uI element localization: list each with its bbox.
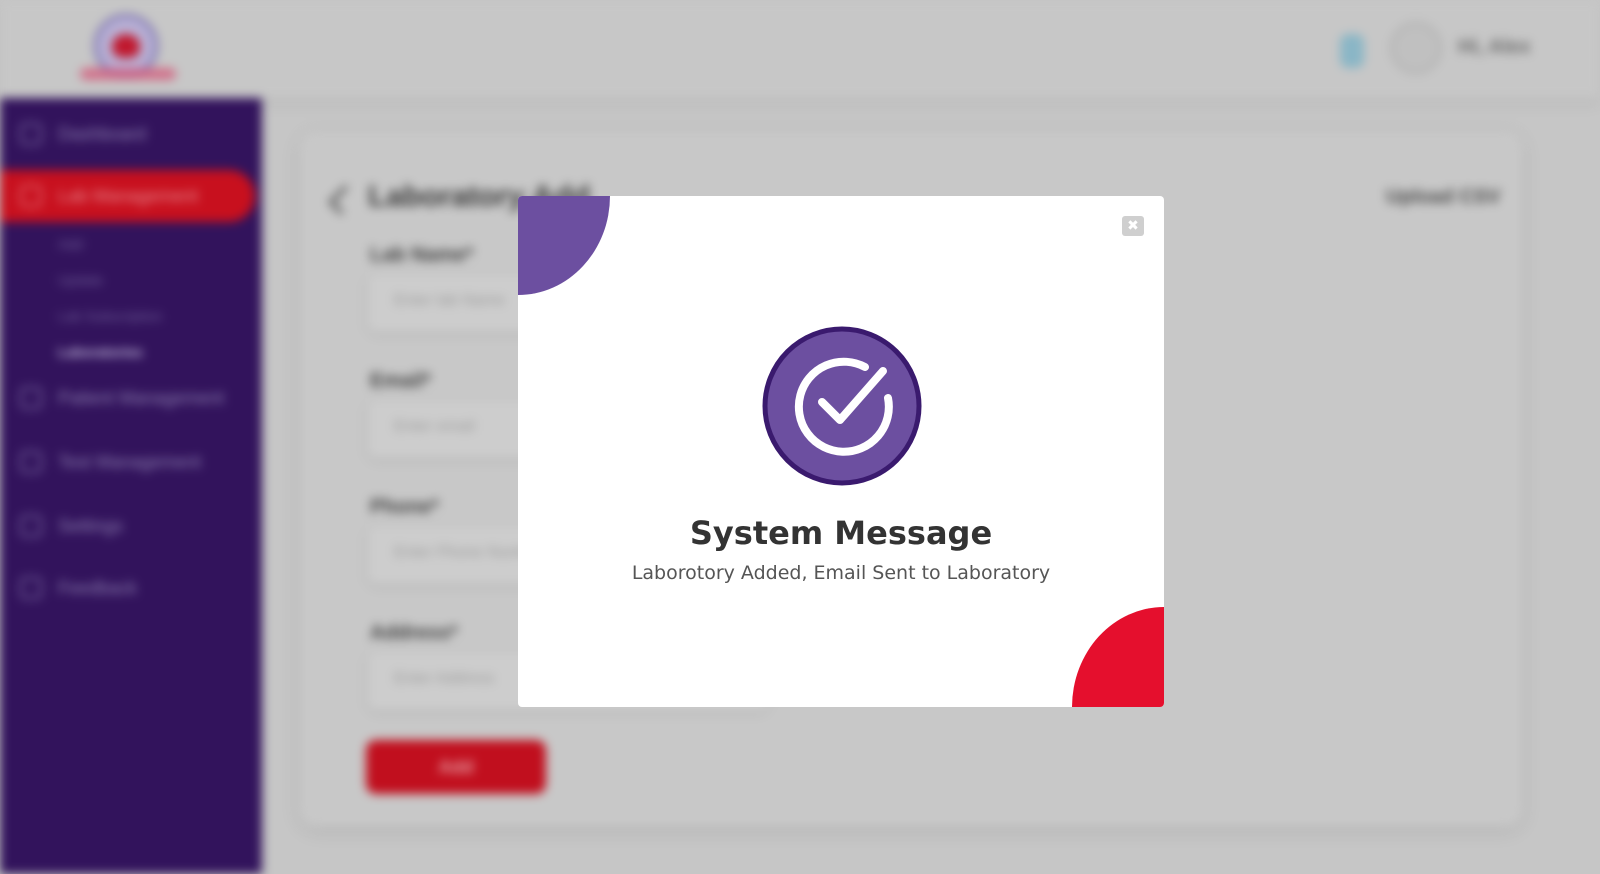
phone-label: Phone*: [370, 496, 439, 518]
sidebar-subitem-laboratories[interactable]: Laboratories: [58, 344, 143, 360]
add-button[interactable]: Add: [366, 740, 546, 794]
modal-title: System Message: [689, 514, 993, 552]
top-header: Hi, Alex: [0, 0, 1600, 98]
gear-icon: [20, 515, 42, 537]
modal-message: Laborotory Added, Email Sent to Laborato…: [631, 562, 1051, 584]
sidebar-item-label: Settings: [58, 515, 124, 536]
app-logo: [80, 14, 176, 84]
flask-icon: [20, 185, 42, 207]
logo-mark: [112, 34, 140, 58]
address-placeholder: Enter Address: [394, 670, 495, 687]
sidebar-item-label: Lab Management: [58, 185, 199, 206]
sidebar-item-feedback[interactable]: Feedback: [0, 562, 255, 614]
sidebar-item-test-management[interactable]: Test Management: [0, 436, 255, 488]
email-placeholder: Enter email: [394, 418, 475, 435]
users-icon: [20, 387, 42, 409]
sidebar-item-dashboard[interactable]: Dashboard: [0, 108, 255, 160]
sidebar-item-label: Patient Management: [58, 387, 225, 408]
sidebar-subitem-add[interactable]: Add: [58, 236, 83, 252]
check-circle-icon: [762, 326, 922, 486]
sidebar-item-settings[interactable]: Settings: [0, 500, 255, 552]
decorative-corner-bottom-right: [1072, 607, 1164, 707]
sidebar-item-label: Dashboard: [58, 123, 147, 144]
close-icon: ✖: [1127, 218, 1139, 234]
upload-csv-button[interactable]: Upload CSV: [1386, 186, 1500, 209]
sidebar-item-patient-management[interactable]: Patient Management: [0, 372, 255, 424]
sidebar-item-label: Feedback: [58, 577, 138, 598]
logo-wordmark: [80, 68, 176, 80]
sidebar-subitem-update[interactable]: Update: [58, 272, 103, 288]
system-message-modal: ✖ System Message Laborotory Added, Email…: [518, 196, 1164, 707]
close-button[interactable]: ✖: [1122, 216, 1144, 236]
user-name[interactable]: Hi, Alex: [1458, 36, 1531, 59]
grid-icon: [20, 123, 42, 145]
sidebar-subitem-lab-subscription[interactable]: Lab Subscription: [58, 308, 162, 324]
address-label: Address*: [370, 622, 458, 644]
lab-name-label: Lab Name*: [370, 244, 474, 266]
sidebar-item-label: Test Management: [58, 451, 202, 472]
message-icon: [20, 577, 42, 599]
notification-icon[interactable]: [1340, 34, 1364, 68]
decorative-corner-top-left: [518, 196, 610, 295]
lab-name-placeholder: Enter lab Name: [394, 292, 506, 309]
email-label: Email*: [370, 370, 432, 392]
avatar[interactable]: [1390, 22, 1442, 74]
sidebar: Dashboard Lab Management Add Update Lab …: [0, 98, 262, 874]
clipboard-icon: [20, 451, 42, 473]
sidebar-item-lab-management[interactable]: Lab Management: [0, 170, 255, 222]
